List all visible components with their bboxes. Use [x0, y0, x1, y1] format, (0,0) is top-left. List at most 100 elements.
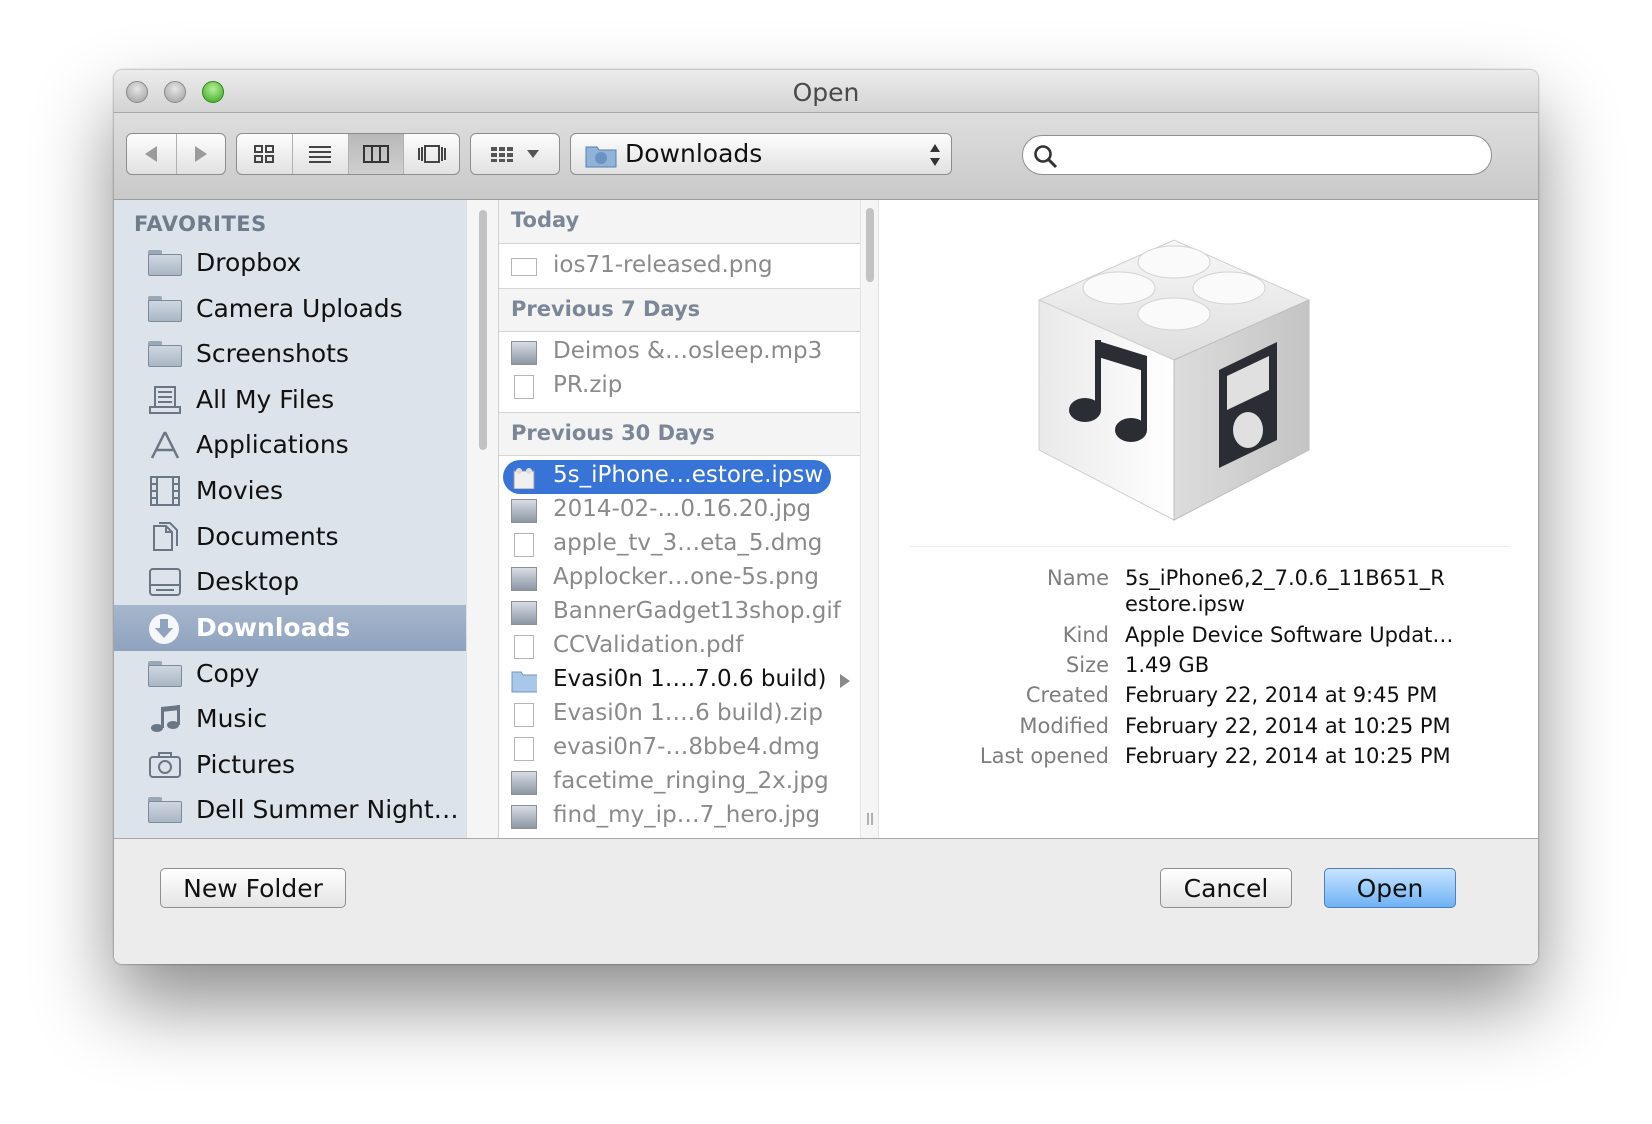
forward-arrow-icon	[194, 146, 207, 162]
sidebar-item-copy[interactable]: Copy	[114, 651, 466, 697]
folder-icon	[148, 797, 182, 823]
sidebar-item-movies[interactable]: Movies	[114, 468, 466, 514]
sidebar-item-music[interactable]: Music	[114, 696, 466, 742]
disk-image-icon	[514, 737, 534, 761]
back-arrow-icon	[145, 146, 158, 162]
file-item[interactable]: evasi0n7-…8bbe4.dmg	[499, 732, 861, 766]
file-item[interactable]: facetime_ringing_2x.jpg	[499, 766, 861, 800]
meta-label-created: Created	[1025, 683, 1109, 707]
forward-button[interactable]	[177, 134, 226, 174]
sidebar-scrollbar[interactable]	[466, 200, 499, 838]
cancel-button[interactable]: Cancel	[1160, 868, 1292, 908]
meta-label-modified: Modified	[1019, 714, 1109, 738]
meta-label-kind: Kind	[1062, 623, 1109, 647]
file-item[interactable]: PR.zip	[499, 370, 861, 404]
file-item[interactable]: apple_tv_3…eta_5.dmg	[499, 528, 861, 562]
open-button[interactable]: Open	[1324, 868, 1456, 908]
file-item[interactable]: Evasi0n 1….6 build).zip	[499, 698, 861, 732]
browser-area: FAVORITES Dropbox Camera Uploads Screens…	[114, 200, 1538, 838]
applications-icon	[150, 431, 180, 459]
location-popup[interactable]: Downloads	[570, 133, 952, 175]
file-item[interactable]: 2014-02-…0.16.20.jpg	[499, 494, 861, 528]
folder-item[interactable]: Evasi0n 1….7.0.6 build)	[499, 664, 861, 698]
sidebar-item-screenshots[interactable]: Screenshots	[114, 331, 466, 377]
pdf-file-icon	[514, 635, 534, 659]
favorites-heading: FAVORITES	[134, 212, 267, 236]
image-file-icon	[511, 771, 537, 795]
image-file-icon	[511, 567, 537, 591]
sidebar: FAVORITES Dropbox Camera Uploads Screens…	[114, 200, 466, 838]
image-file-icon	[511, 499, 537, 523]
file-item[interactable]: CCValidation.pdf	[499, 630, 861, 664]
file-column-scroll-thumb[interactable]	[866, 208, 874, 282]
cover-flow-icon	[417, 145, 446, 163]
group-header-previous-30-days: Previous 30 Days	[499, 412, 861, 456]
disk-image-icon	[514, 533, 534, 557]
image-file-icon	[511, 258, 537, 276]
folder-icon	[148, 296, 182, 322]
sidebar-item-applications[interactable]: Applications	[114, 422, 466, 468]
all-files-icon	[149, 386, 181, 414]
meta-value-size: 1.49 GB	[1125, 653, 1210, 677]
meta-value-name-line1: 5s_iPhone6,2_7.0.6_11B651_R	[1125, 566, 1445, 590]
arrange-grid-icon	[491, 147, 513, 162]
column-view-button[interactable]	[348, 134, 405, 174]
desktop-icon	[149, 568, 181, 596]
meta-label-last-opened: Last opened	[979, 744, 1109, 768]
meta-value-created: February 22, 2014 at 9:45 PM	[1125, 683, 1438, 707]
new-folder-button[interactable]: New Folder	[160, 868, 346, 908]
image-file-icon	[511, 805, 537, 829]
search-icon	[1034, 145, 1058, 169]
film-icon	[150, 476, 180, 506]
chevron-down-icon	[527, 150, 539, 158]
sidebar-item-pictures[interactable]: Pictures	[114, 742, 466, 788]
sidebar-scroll-thumb[interactable]	[479, 210, 487, 450]
icon-view-button[interactable]	[237, 134, 293, 174]
back-forward-control	[126, 133, 226, 175]
dialog-button-bar: New Folder Cancel Open	[114, 838, 1538, 964]
file-item[interactable]: ios71-released.png	[499, 250, 861, 284]
title-bar: Open	[114, 70, 1538, 113]
file-item-selected[interactable]: 5s_iPhone…estore.ipsw	[503, 460, 831, 494]
group-header-previous-7-days: Previous 7 Days	[499, 288, 861, 332]
sidebar-item-downloads[interactable]: Downloads	[114, 605, 466, 651]
toolbar: Downloads	[114, 113, 1538, 200]
column-resize-handle-icon	[867, 813, 873, 825]
preview-pane: Name 5s_iPhone6,2_7.0.6_11B651_R estore.…	[878, 200, 1538, 838]
search-field[interactable]	[1022, 135, 1492, 175]
list-icon	[309, 146, 332, 163]
camera-icon	[149, 752, 181, 778]
meta-value-name-line2: estore.ipsw	[1125, 592, 1245, 616]
sidebar-item-all-my-files[interactable]: All My Files	[114, 377, 466, 423]
columns-icon	[362, 145, 389, 163]
sidebar-item-documents[interactable]: Documents	[114, 514, 466, 560]
back-button[interactable]	[127, 134, 177, 174]
file-item[interactable]: Deimos &…osleep.mp3	[499, 336, 861, 370]
grid-icon	[254, 145, 275, 163]
sidebar-item-dell-summer-night[interactable]: Dell Summer Night…	[114, 787, 466, 833]
disclosure-arrow-icon	[840, 674, 850, 688]
folder-icon	[148, 250, 182, 276]
zip-file-icon	[514, 375, 534, 399]
file-column: Today ios71-released.png Previous 7 Days…	[498, 200, 861, 838]
software-update-icon	[1037, 239, 1311, 521]
sidebar-item-desktop[interactable]: Desktop	[114, 559, 466, 605]
file-item[interactable]: Applocker…one-5s.png	[499, 562, 861, 596]
documents-icon	[153, 522, 178, 551]
preview-divider	[909, 546, 1509, 547]
file-column-scrollbar[interactable]	[860, 200, 879, 838]
folder-icon	[148, 341, 182, 367]
audio-file-icon	[511, 341, 537, 365]
cover-flow-button[interactable]	[404, 134, 459, 174]
meta-label-name: Name	[1047, 566, 1109, 590]
meta-value-last-opened: February 22, 2014 at 10:25 PM	[1125, 744, 1451, 768]
search-input[interactable]	[1065, 140, 1479, 172]
sidebar-item-dropbox[interactable]: Dropbox	[114, 240, 466, 286]
file-item[interactable]: find_my_ip…7_hero.jpg	[499, 800, 861, 834]
meta-value-modified: February 22, 2014 at 10:25 PM	[1125, 714, 1451, 738]
file-item[interactable]: BannerGadget13shop.gif	[499, 596, 861, 630]
arrange-menu-button[interactable]	[470, 133, 560, 175]
downloads-folder-icon	[585, 146, 617, 168]
list-view-button[interactable]	[293, 134, 349, 174]
sidebar-item-camera-uploads[interactable]: Camera Uploads	[114, 286, 466, 332]
